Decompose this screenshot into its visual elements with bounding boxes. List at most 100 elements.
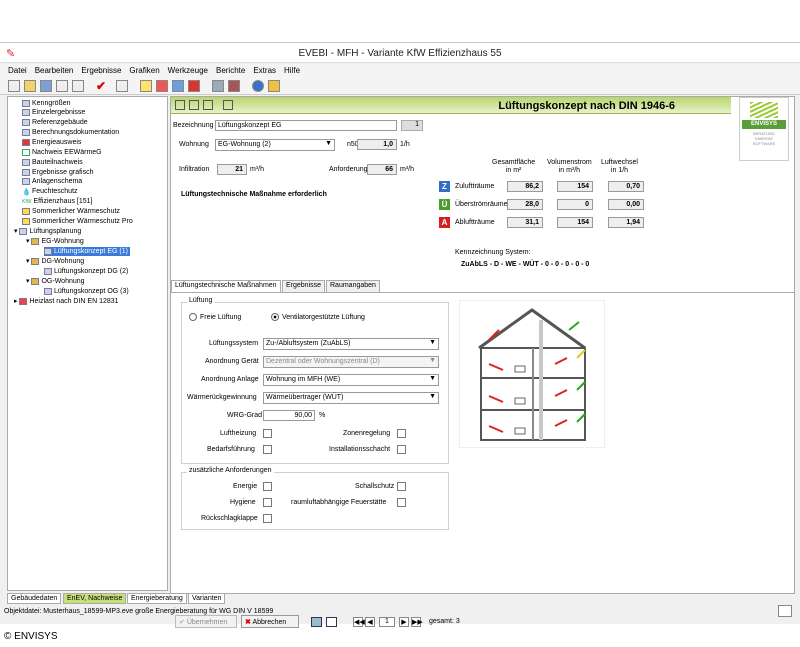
open-folder-icon[interactable] [24, 80, 36, 92]
table-icon [22, 118, 30, 126]
tab-gebaeudedaten[interactable]: Gebäudedaten [7, 593, 62, 604]
last-page-button[interactable]: ▶▶ [411, 617, 423, 627]
help-icon[interactable] [252, 80, 264, 92]
n50-value[interactable]: 1,0 [357, 139, 397, 150]
form-view-icon[interactable] [311, 617, 322, 627]
grid-icon[interactable] [172, 80, 184, 92]
menu-bar: Datei Bearbeiten Ergebnisse Grafiken Werkzeu… [0, 64, 800, 78]
tree-item-selected[interactable]: Lüftungskonzept EG (1) [44, 247, 130, 256]
book-icon[interactable] [228, 80, 240, 92]
next-page-button[interactable]: ▶ [399, 617, 409, 627]
installationsschacht-checkbox[interactable] [397, 445, 406, 454]
waermerueckgewinnung-select[interactable]: Wärmeübertrager (WÜT) ▼ [263, 392, 439, 404]
toolbar: ✔ [0, 78, 800, 95]
page-input[interactable]: 1 [379, 617, 395, 627]
chart-status-icon[interactable] [778, 605, 792, 617]
collapse-icon[interactable]: ▾ [26, 258, 30, 265]
calculator-icon[interactable] [212, 80, 224, 92]
tree-item[interactable]: 💧Feuchteschutz [22, 187, 78, 196]
certificate-icon [22, 138, 30, 146]
menu-hilfe[interactable]: Hilfe [280, 64, 304, 75]
menu-extras[interactable]: Extras [249, 64, 280, 75]
print-preview-icon[interactable] [72, 80, 84, 92]
tree-item[interactable]: Ergebnisse grafisch [22, 168, 93, 177]
print-icon[interactable] [56, 80, 68, 92]
prev-page-button[interactable]: ◀ [365, 617, 375, 627]
tree-item[interactable]: Sommerlicher Wärmeschutz Pro [22, 217, 133, 226]
anordnung-anlage-select[interactable]: Wohnung im MFH (WE) ▼ [263, 374, 439, 386]
tree-item[interactable]: Berechnungsdokumentation [22, 128, 119, 137]
sun-icon[interactable] [140, 80, 152, 92]
feuerstaette-checkbox[interactable] [397, 498, 406, 507]
tree-item[interactable]: Sommerlicher Wärmeschutz [22, 207, 120, 216]
tool-icon-2[interactable] [189, 100, 199, 110]
collapse-icon[interactable]: ▾ [14, 228, 18, 235]
tree-item[interactable]: Bauteilnachweis [22, 158, 83, 167]
tree-item[interactable]: Energieausweis [22, 138, 81, 147]
first-page-button[interactable]: ◀◀ [353, 617, 365, 627]
schallschutz-checkbox[interactable] [397, 482, 406, 491]
radio-ventilator[interactable] [271, 313, 279, 321]
tree-item[interactable]: Lüftungskonzept OG (3) [44, 287, 129, 296]
tree-item[interactable]: Nachweis EEWärmeG [22, 148, 102, 157]
bezeichnung-input[interactable]: Lüftungskonzept EG [215, 120, 397, 131]
tab-ergebnisse[interactable]: Ergebnisse [282, 280, 326, 292]
radio-freie-lueftung[interactable] [189, 313, 197, 321]
bedarfsfuehrung-checkbox[interactable] [263, 445, 272, 454]
tree-item-lueftungsplanung[interactable]: ▾ Lüftungsplanung [14, 227, 81, 236]
tool-icon-1[interactable] [175, 100, 185, 110]
chart-icon [22, 168, 30, 176]
luftheizung-checkbox[interactable] [263, 429, 272, 438]
concept-icon [44, 247, 52, 255]
wrg-grad-input[interactable]: 90,00 [263, 410, 315, 421]
report-icon[interactable] [156, 80, 168, 92]
page-title: Lüftungskonzept nach DIN 1946-6 [498, 100, 675, 112]
tree-item[interactable]: Kenngrößen [22, 99, 71, 108]
zonenregelung-checkbox[interactable] [397, 429, 406, 438]
table-icon [22, 108, 30, 116]
tool-icon-4[interactable] [223, 100, 233, 110]
menu-werkzeuge[interactable]: Werkzeuge [164, 64, 212, 75]
tree-item[interactable]: Lüftungskonzept DG (2) [44, 267, 128, 276]
tree-item[interactable]: Einzelergebnisse [22, 108, 85, 117]
menu-berichte[interactable]: Berichte [212, 64, 249, 75]
menu-datei[interactable]: Datei [4, 64, 31, 75]
tree-item[interactable]: ▾ OG-Wohnung [26, 277, 85, 286]
save-icon[interactable] [40, 80, 52, 92]
flag-icon[interactable] [188, 80, 200, 92]
wohnung-select[interactable]: EG-Wohnung (2) ▼ [215, 139, 335, 151]
menu-ergebnisse[interactable]: Ergebnisse [77, 64, 125, 75]
anordnung-geraet-select[interactable]: Dezentral oder Wohnungszentral (D) ▼ [263, 356, 439, 368]
zuluft-badge: Z [439, 181, 450, 192]
tree-item[interactable]: ▾ DG-Wohnung [26, 257, 84, 266]
energie-checkbox[interactable] [263, 482, 272, 491]
table-view-icon[interactable] [326, 617, 337, 627]
tab-enev-nachweise[interactable]: EnEV, Nachweise [63, 593, 127, 604]
tree-item[interactable]: ▾ EG-Wohnung [26, 237, 84, 246]
menu-grafiken[interactable]: Grafiken [125, 64, 163, 75]
collapse-icon[interactable]: ▾ [26, 278, 30, 285]
lueftungssystem-select[interactable]: Zu-/Abluftsystem (ZuAbLS) ▼ [263, 338, 439, 350]
new-file-icon[interactable] [8, 80, 20, 92]
menu-bearbeiten[interactable]: Bearbeiten [31, 64, 78, 75]
exit-icon[interactable] [268, 80, 280, 92]
copyright: © ENVISYS [4, 631, 58, 642]
collapse-icon[interactable]: ▾ [26, 238, 30, 245]
expand-icon[interactable]: ▸ [14, 298, 18, 305]
calc-icon[interactable] [116, 80, 128, 92]
tab-varianten[interactable]: Varianten [188, 593, 226, 604]
tab-raumangaben[interactable]: Raumangaben [326, 280, 380, 292]
abluft-badge: A [439, 217, 450, 228]
tab-energieberatung[interactable]: Energieberatung [127, 593, 187, 604]
rueckschlagklappe-checkbox[interactable] [263, 514, 272, 523]
tree-item[interactable]: Referenzgebäude [22, 118, 88, 127]
infiltration-value: 21 [217, 164, 247, 175]
tree-item[interactable]: KfW Effizienzhaus [151] [22, 197, 92, 207]
tree-item[interactable]: ▸ Heizlast nach DIN EN 12831 [14, 297, 119, 306]
logo-graphic [750, 102, 778, 118]
check-icon[interactable]: ✔ [96, 79, 106, 93]
hygiene-checkbox[interactable] [263, 498, 272, 507]
tree-item[interactable]: Anlagenschema [22, 177, 82, 186]
sun-icon [22, 207, 30, 215]
tool-icon-3[interactable] [203, 100, 213, 110]
